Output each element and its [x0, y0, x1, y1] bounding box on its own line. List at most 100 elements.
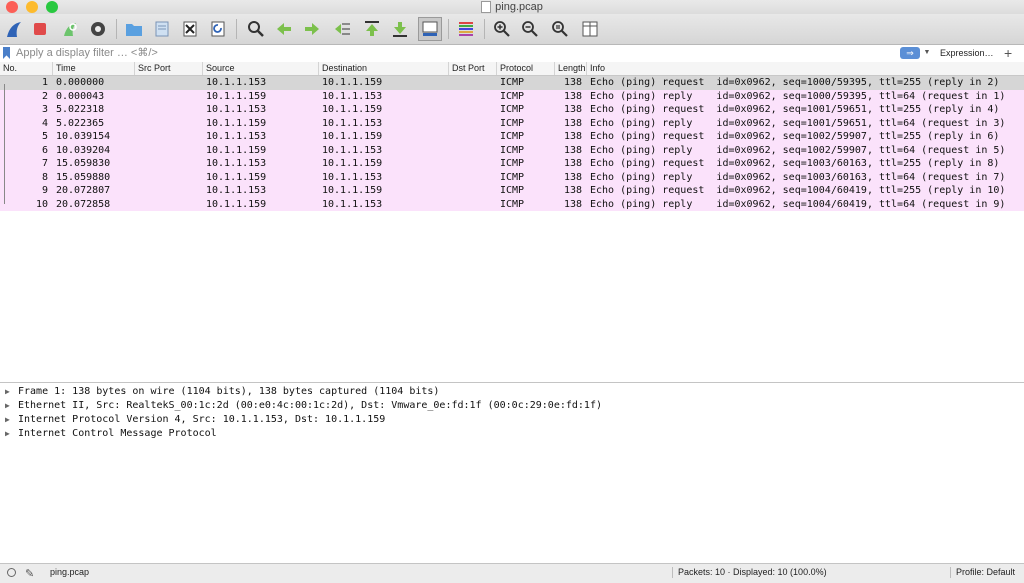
packet-row[interactable]: 3 5.022318 10.1.1.153 10.1.1.159 ICMP 138 Echo…: [0, 103, 1024, 117]
display-filter-input[interactable]: [14, 46, 896, 60]
packet-row[interactable]: 10 20.072858 10.1.1.159 10.1.1.153 ICMP 138 Ec…: [0, 197, 1024, 211]
expand-triangle-icon[interactable]: ▶: [5, 413, 10, 427]
packet-cell-length: 138: [563, 131, 582, 142]
capture-status-icon[interactable]: [7, 568, 16, 577]
col-src-port[interactable]: Src Port: [134, 62, 202, 75]
restart-capture-icon[interactable]: [58, 17, 82, 41]
open-folder-icon[interactable]: [122, 17, 146, 41]
stop-capture-icon[interactable]: [28, 17, 52, 41]
packet-row[interactable]: 4 5.022365 10.1.1.159 10.1.1.153 ICMP 138 Echo…: [0, 116, 1024, 130]
shark-fin-start-icon[interactable]: [2, 17, 26, 41]
apply-filter-button[interactable]: ⇒: [900, 47, 920, 59]
expand-triangle-icon[interactable]: ▶: [5, 399, 10, 413]
close-file-icon[interactable]: [178, 17, 202, 41]
packet-cell-no: 6: [41, 144, 48, 156]
packet-cell-length: 138: [563, 104, 582, 115]
packet-cell-time: 5.022365: [56, 117, 105, 129]
packet-cell-length: 138: [563, 171, 582, 183]
packet-cell-info: Echo (ping) request id=0x0962, seq=1000/…: [590, 77, 1000, 88]
autoscroll-icon[interactable]: [418, 17, 442, 41]
col-destination[interactable]: Destination: [318, 62, 448, 75]
packet-cell-protocol: ICMP: [500, 77, 525, 88]
filter-bookmark-icon[interactable]: [3, 47, 10, 59]
packet-cell-protocol: ICMP: [500, 117, 525, 129]
packet-cell-destination: 10.1.1.153: [322, 198, 383, 210]
document-icon: [481, 1, 492, 13]
detail-icmp[interactable]: ▶ Internet Control Message Protocol: [0, 427, 1024, 441]
packet-cell-protocol: ICMP: [500, 198, 525, 210]
resize-columns-icon[interactable]: [578, 17, 602, 41]
packet-row[interactable]: 8 15.059880 10.1.1.159 10.1.1.153 ICMP 138 Ech…: [0, 170, 1024, 184]
packet-cell-protocol: ICMP: [500, 185, 525, 196]
packet-cell-source: 10.1.1.159: [206, 90, 267, 102]
col-info[interactable]: Info: [586, 62, 1024, 75]
packet-cell-time: 0.000043: [56, 90, 105, 102]
packet-cell-source: 10.1.1.159: [206, 171, 267, 183]
last-packet-icon[interactable]: [388, 17, 412, 41]
packet-cell-length: 138: [563, 158, 582, 169]
packet-cell-info: Echo (ping) reply id=0x0962, seq=1001/59…: [590, 117, 1006, 129]
conversation-tree-line: [4, 84, 5, 204]
find-icon[interactable]: [244, 17, 268, 41]
packet-cell-info: Echo (ping) request id=0x0962, seq=1003/…: [590, 158, 1000, 169]
add-filter-button[interactable]: +: [1004, 45, 1012, 61]
reload-icon[interactable]: [206, 17, 230, 41]
packet-cell-length: 138: [563, 117, 582, 129]
detail-ipv4[interactable]: ▶ Internet Protocol Version 4, Src: 10.1.…: [0, 413, 1024, 427]
packet-cell-destination: 10.1.1.159: [322, 131, 383, 142]
detail-ethernet[interactable]: ▶ Ethernet II, Src: RealtekS_00:1c:2d (00…: [0, 399, 1024, 413]
packet-cell-no: 10: [35, 198, 48, 210]
col-source[interactable]: Source: [202, 62, 318, 75]
col-dst-port[interactable]: Dst Port: [448, 62, 496, 75]
expression-button[interactable]: Expression…: [936, 46, 998, 60]
packet-row[interactable]: 7 15.059830 10.1.1.153 10.1.1.159 ICMP 138 Ech…: [0, 157, 1024, 171]
zoom-window-button[interactable]: [46, 1, 58, 13]
detail-frame[interactable]: ▶ Frame 1: 138 bytes on wire (1104 bits),…: [0, 385, 1024, 399]
packet-cell-no: 8: [41, 171, 48, 183]
packet-cell-protocol: ICMP: [500, 144, 525, 156]
go-to-packet-icon[interactable]: [330, 17, 354, 41]
packet-cell-time: 5.022318: [56, 104, 105, 115]
capture-options-icon[interactable]: [86, 17, 110, 41]
packet-row[interactable]: 1 0.000000 10.1.1.153 10.1.1.159 ICMP 138 Echo…: [0, 76, 1024, 90]
minimize-window-button[interactable]: [26, 1, 38, 13]
close-window-button[interactable]: [6, 1, 18, 13]
zoom-in-icon[interactable]: [490, 17, 514, 41]
first-packet-icon[interactable]: [360, 17, 384, 41]
expand-triangle-icon[interactable]: ▶: [5, 385, 10, 399]
normal-size-icon[interactable]: [548, 17, 572, 41]
packet-cell-length: 138: [563, 185, 582, 196]
packet-cell-time: 20.072807: [56, 185, 111, 196]
go-back-icon[interactable]: [272, 17, 296, 41]
packet-cell-protocol: ICMP: [500, 171, 525, 183]
packet-cell-time: 10.039204: [56, 144, 111, 156]
packet-cell-no: 5: [41, 131, 48, 142]
packet-row[interactable]: 5 10.039154 10.1.1.153 10.1.1.159 ICMP 138 Ech…: [0, 130, 1024, 144]
packet-cell-source: 10.1.1.153: [206, 131, 267, 142]
col-protocol[interactable]: Protocol: [496, 62, 554, 75]
filter-history-dropdown-icon[interactable]: ▼: [922, 47, 932, 59]
title-bar: ping.pcap: [0, 0, 1024, 14]
packet-cell-info: Echo (ping) reply id=0x0962, seq=1002/59…: [590, 144, 1006, 156]
file-set-icon[interactable]: [150, 17, 174, 41]
zoom-out-icon[interactable]: [518, 17, 542, 41]
packet-cell-no: 4: [41, 117, 48, 129]
packet-cell-length: 138: [563, 90, 582, 102]
packet-cell-protocol: ICMP: [500, 158, 525, 169]
packet-row[interactable]: 9 20.072807 10.1.1.153 10.1.1.159 ICMP 138 Ech…: [0, 184, 1024, 198]
go-forward-icon[interactable]: [300, 17, 324, 41]
status-profile[interactable]: Profile: Default: [956, 564, 1015, 581]
col-time[interactable]: Time: [52, 62, 134, 75]
expand-triangle-icon[interactable]: ▶: [5, 427, 10, 441]
col-no[interactable]: No.: [0, 62, 52, 75]
edit-comment-icon[interactable]: ✎: [25, 566, 34, 583]
packet-cell-protocol: ICMP: [500, 90, 525, 102]
packet-cell-source: 10.1.1.153: [206, 158, 267, 169]
colorize-icon[interactable]: [454, 17, 478, 41]
packet-cell-info: Echo (ping) request id=0x0962, seq=1001/…: [590, 104, 1000, 115]
packet-cell-info: Echo (ping) request id=0x0962, seq=1004/…: [590, 185, 1006, 196]
packet-cell-length: 138: [563, 144, 582, 156]
col-length[interactable]: Length: [554, 62, 586, 75]
packet-row[interactable]: 6 10.039204 10.1.1.159 10.1.1.153 ICMP 138 Ech…: [0, 143, 1024, 157]
packet-row[interactable]: 2 0.000043 10.1.1.159 10.1.1.153 ICMP 138 Echo…: [0, 89, 1024, 103]
